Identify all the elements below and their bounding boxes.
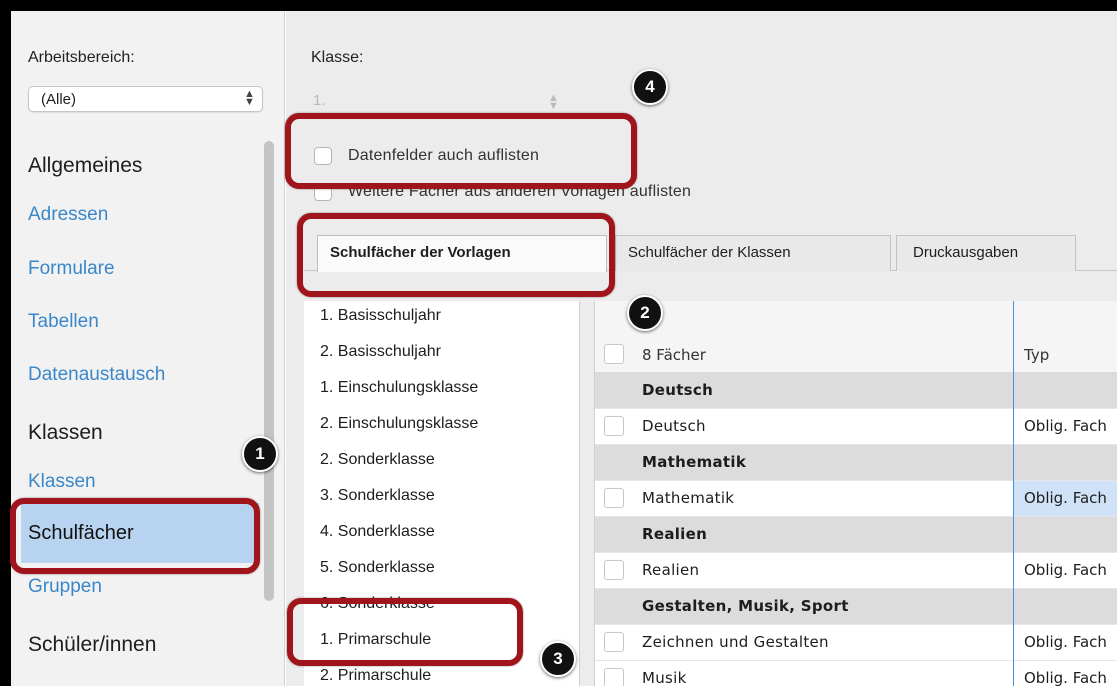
list-item[interactable]: 2. Sonderklasse [320, 451, 435, 469]
sidebar: Arbeitsbereich: (Alle) ▲ ▼ Allgemeines Ad… [11, 11, 285, 686]
highlight-box-primarschule [287, 598, 523, 666]
row-checkbox[interactable] [604, 632, 624, 652]
workspace-label: Arbeitsbereich: [28, 49, 135, 66]
sidebar-section-schueler: Schüler/innen [28, 633, 157, 656]
table-row[interactable]: Musik Oblig. Fach [595, 661, 1117, 686]
sidebar-item-datenaustausch[interactable]: Datenaustausch [28, 364, 165, 386]
list-item[interactable]: 5. Sonderklasse [320, 559, 435, 577]
sidebar-item-klassen[interactable]: Klassen [28, 471, 96, 493]
subject-type: Oblig. Fach [1024, 633, 1107, 651]
list-item[interactable]: 4. Sonderklasse [320, 523, 435, 541]
subject-name: Musik [642, 669, 687, 686]
badge-3: 3 [540, 641, 576, 677]
subject-name: Deutsch [642, 417, 706, 435]
table-row[interactable]: Realien Oblig. Fach [595, 553, 1117, 589]
highlight-box-checkbox [285, 113, 637, 189]
highlight-box-tab [297, 213, 615, 297]
group-label: Realien [642, 525, 708, 543]
workspace-select-value: (Alle) [41, 91, 77, 108]
sidebar-item-tabellen[interactable]: Tabellen [28, 311, 99, 333]
group-label: Mathematik [642, 453, 747, 471]
tab-schulfaecher-klassen[interactable]: Schulfächer der Klassen [615, 235, 891, 271]
table-row[interactable]: Mathematik Oblig. Fach [595, 481, 1117, 517]
table-header-count[interactable]: 8 Fächer [642, 346, 706, 364]
highlight-box-schulfaecher [10, 498, 260, 574]
row-checkbox[interactable] [604, 416, 624, 436]
subject-name: Realien [642, 561, 700, 579]
tab-druckausgaben[interactable]: Druckausgaben [896, 235, 1076, 271]
table-group-row[interactable]: Realien [595, 517, 1117, 553]
group-label: Gestalten, Musik, Sport [642, 597, 849, 615]
klasse-select-value: 1. [313, 92, 326, 109]
table-row[interactable]: Zeichnen und Gestalten Oblig. Fach [595, 625, 1117, 661]
updown-chevron-icon: ▲ ▼ [244, 88, 255, 108]
subject-type: Oblig. Fach [1024, 669, 1107, 686]
table-header: 8 Fächer Typ [595, 337, 1117, 373]
table-group-row[interactable]: Mathematik [595, 445, 1117, 481]
list-item[interactable]: 1. Basisschuljahr [320, 307, 441, 325]
table-group-row[interactable]: Deutsch [595, 373, 1117, 409]
table-header-spacer [595, 301, 1117, 337]
select-all-checkbox[interactable] [604, 344, 624, 364]
subject-type: Oblig. Fach [1024, 417, 1107, 435]
sidebar-section-klassen: Klassen [28, 421, 103, 444]
list-item[interactable]: 2. Einschulungsklasse [320, 415, 478, 433]
badge-1: 1 [242, 436, 278, 472]
subject-type: Oblig. Fach [1024, 561, 1107, 579]
column-divider[interactable] [1013, 301, 1014, 686]
table-group-row[interactable]: Gestalten, Musik, Sport [595, 589, 1117, 625]
list-item[interactable]: 2. Basisschuljahr [320, 343, 441, 361]
table-row[interactable]: Deutsch Oblig. Fach [595, 409, 1117, 445]
klasse-select[interactable]: 1. ▲ ▼ [311, 84, 566, 116]
sidebar-scrollbar[interactable] [264, 141, 274, 601]
table-header-type[interactable]: Typ [1024, 346, 1049, 364]
group-label: Deutsch [642, 381, 714, 399]
list-item[interactable]: 1. Einschulungsklasse [320, 379, 478, 397]
updown-chevron-icon: ▲ ▼ [548, 92, 559, 112]
sidebar-item-gruppen[interactable]: Gruppen [28, 576, 102, 598]
badge-2: 2 [627, 295, 663, 331]
workspace-select[interactable]: (Alle) ▲ ▼ [28, 86, 263, 112]
list-item[interactable]: 2. Primarschule [320, 667, 431, 685]
subject-name: Zeichnen und Gestalten [642, 633, 829, 651]
row-checkbox[interactable] [604, 488, 624, 508]
badge-4: 4 [632, 69, 668, 105]
subject-name: Mathematik [642, 489, 735, 507]
row-checkbox[interactable] [604, 560, 624, 580]
subjects-table: 8 Fächer Typ Deutsch Deutsch Oblig. Fach… [594, 301, 1117, 686]
sidebar-item-formulare[interactable]: Formulare [28, 258, 115, 280]
sidebar-section-allgemeines: Allgemeines [28, 154, 143, 177]
klasse-label: Klasse: [311, 49, 364, 66]
sidebar-item-adressen[interactable]: Adressen [28, 204, 108, 226]
list-item[interactable]: 3. Sonderklasse [320, 487, 435, 505]
row-checkbox[interactable] [604, 668, 624, 686]
subject-type: Oblig. Fach [1024, 489, 1107, 507]
